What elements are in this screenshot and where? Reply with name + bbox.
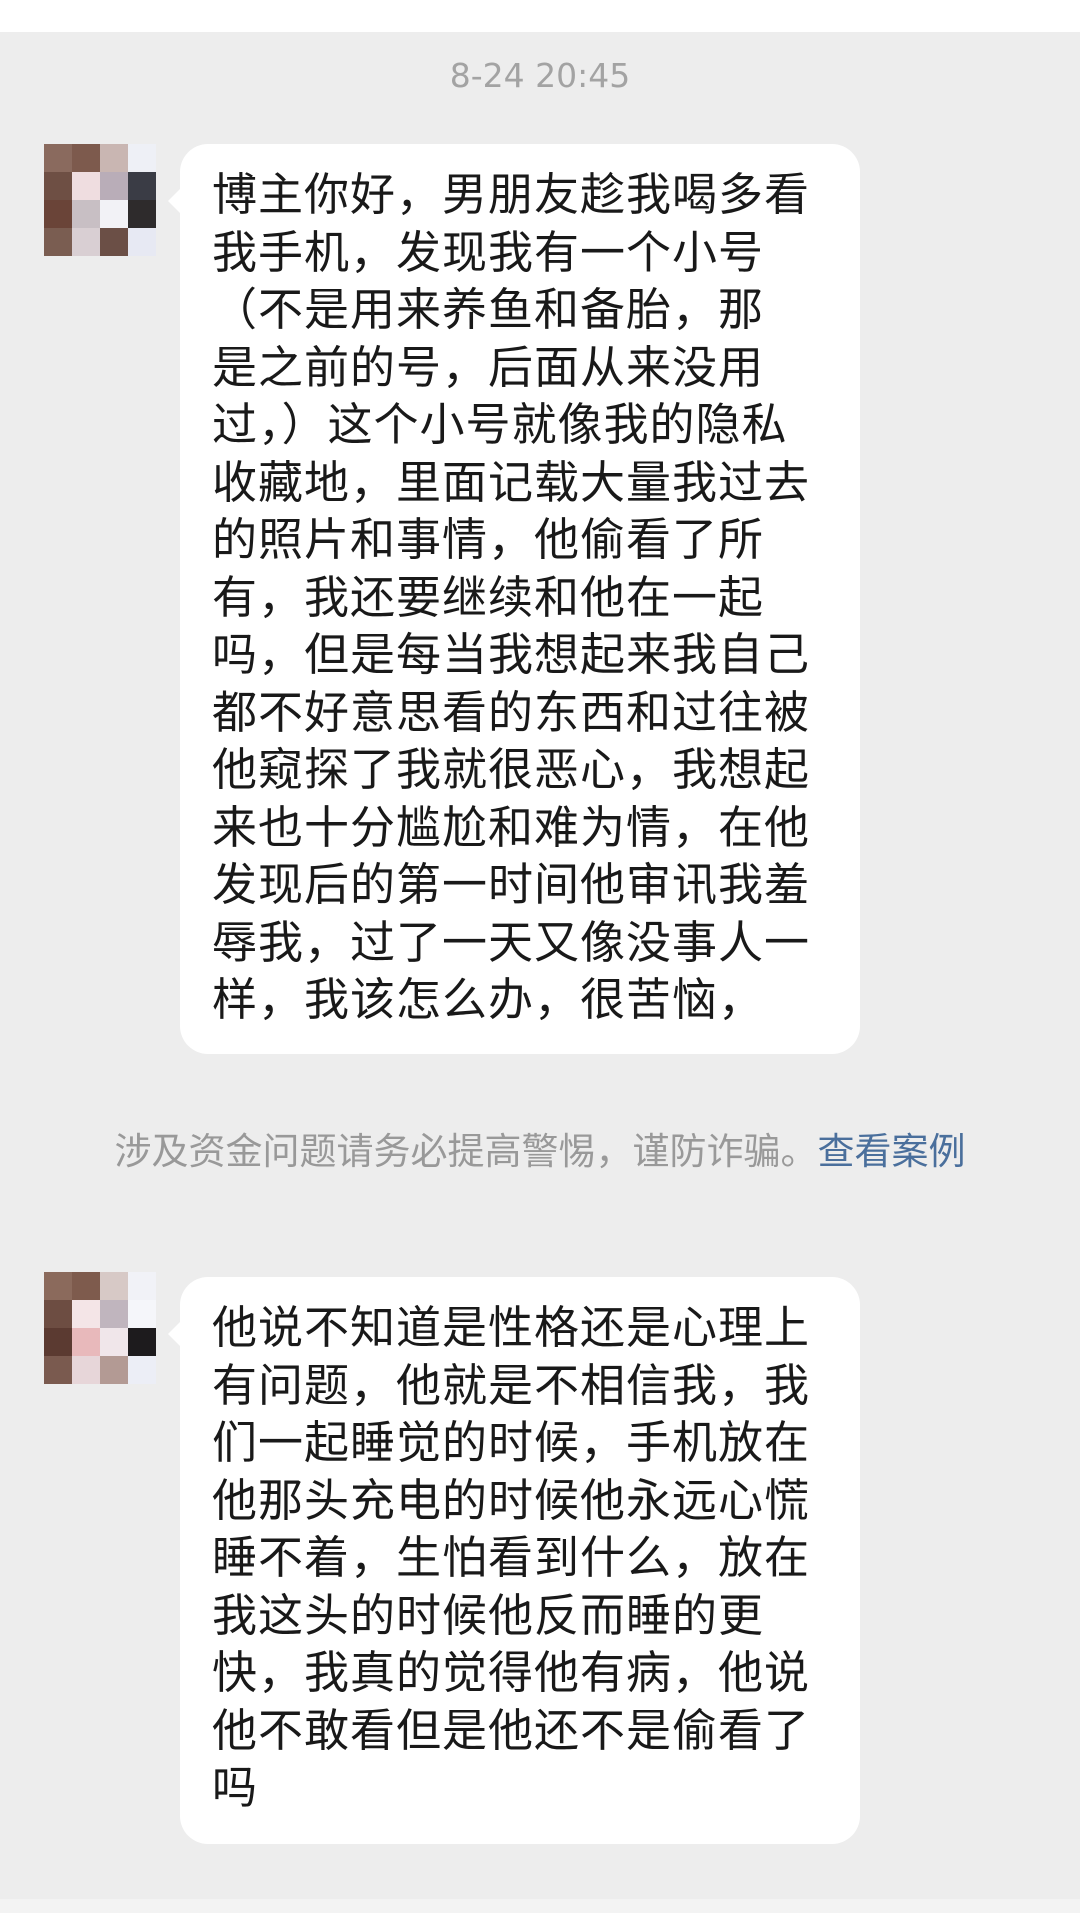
avatar-pixel [44, 1328, 72, 1356]
avatar-pixel [128, 1356, 156, 1384]
avatar-pixel [128, 228, 156, 256]
avatar-pixel [128, 1300, 156, 1328]
message-text: 他说不知道是性格还是心理上 有问题，他就是不相信我，我 们一起睡觉的时候，手机放… [212, 1301, 811, 1814]
avatar-pixel [128, 172, 156, 200]
avatar-pixel [44, 228, 72, 256]
avatar-pixel [128, 144, 156, 172]
message-timestamp: 8-24 20:45 [449, 56, 631, 95]
avatar-pixel [72, 1356, 100, 1384]
top-strip [0, 0, 1080, 32]
avatar-pixel [100, 172, 128, 200]
notice-text: 涉及资金问题请务必提高警惕，谨防诈骗。 [114, 1130, 818, 1173]
avatar-pixel [72, 1328, 100, 1356]
message-bubble[interactable]: 他说不知道是性格还是心理上 有问题，他就是不相信我，我 们一起睡觉的时候，手机放… [168, 1277, 860, 1844]
avatar-pixel [128, 1272, 156, 1300]
avatar-pixel [72, 1300, 100, 1328]
bottom-strip [0, 1899, 1080, 1913]
avatar-pixel [72, 144, 100, 172]
message-bubble[interactable]: 博主你好，男朋友趁我喝多看 我手机，发现我有一个小号 （不是用来养鱼和备胎，那 … [168, 144, 860, 1054]
avatar-pixel [72, 200, 100, 228]
sender-avatar[interactable] [44, 144, 156, 256]
avatar-pixel [44, 1272, 72, 1300]
avatar-pixel [128, 200, 156, 228]
avatar-pixel [100, 1328, 128, 1356]
avatar-pixel [72, 228, 100, 256]
avatar-pixel [128, 1328, 156, 1356]
avatar-pixel [72, 1272, 100, 1300]
avatar-pixel [44, 172, 72, 200]
sender-avatar[interactable] [44, 1272, 156, 1384]
avatar-pixel [72, 172, 100, 200]
avatar-pixel [100, 1300, 128, 1328]
fraud-warning-notice: 涉及资金问题请务必提高警惕，谨防诈骗。查看案例 [100, 1128, 980, 1176]
avatar-pixel [44, 200, 72, 228]
avatar-pixel [44, 144, 72, 172]
avatar-pixel [44, 1300, 72, 1328]
message-text: 博主你好，男朋友趁我喝多看 我手机，发现我有一个小号 （不是用来养鱼和备胎，那 … [212, 168, 811, 1026]
avatar-pixel [100, 1272, 128, 1300]
avatar-pixel [100, 200, 128, 228]
avatar-pixel [100, 144, 128, 172]
avatar-pixel [100, 1356, 128, 1384]
view-cases-link[interactable]: 查看案例 [818, 1130, 966, 1173]
avatar-pixel [44, 1356, 72, 1384]
avatar-pixel [100, 228, 128, 256]
